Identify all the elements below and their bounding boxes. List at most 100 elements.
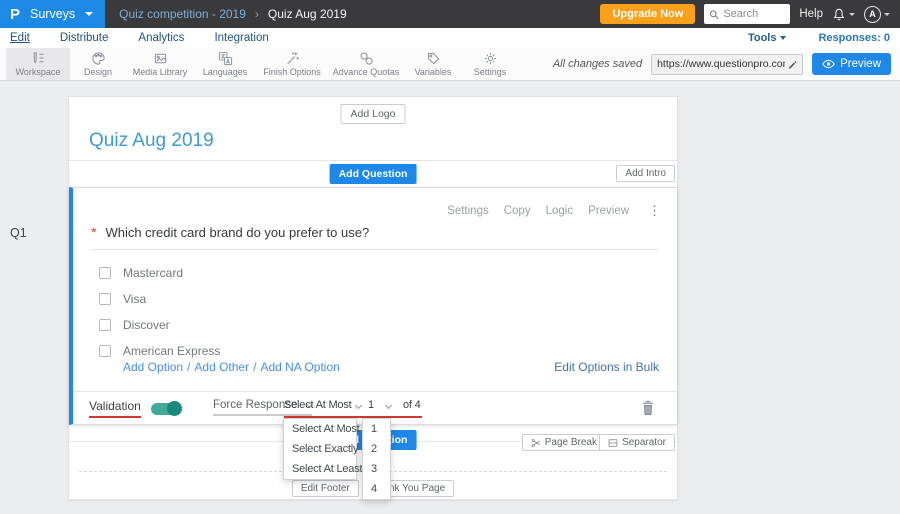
tools-menu[interactable]: Tools xyxy=(748,32,787,44)
editor-content: Q1 Add Logo Quiz Aug 2019 Add Question A… xyxy=(0,81,900,514)
chevron-down-icon xyxy=(849,12,855,16)
chevron-down-icon xyxy=(884,12,890,16)
tool-languages[interactable]: Languages xyxy=(194,48,256,80)
add-other-link[interactable]: Add Other xyxy=(194,360,249,374)
tool-label: Settings xyxy=(473,67,507,77)
question-settings-link[interactable]: Settings xyxy=(447,205,489,217)
tool-advance-quotas[interactable]: Advance Quotas xyxy=(328,48,404,80)
toolbar-right: All changes saved Preview xyxy=(553,48,900,80)
settings-icon xyxy=(484,52,496,65)
separator-icon xyxy=(608,438,618,447)
question-text[interactable]: Which credit card brand do you prefer to… xyxy=(105,225,369,240)
count-option-3[interactable]: 3 xyxy=(363,459,390,479)
question-logic-link[interactable]: Logic xyxy=(546,205,574,217)
separator-label: Separator xyxy=(622,437,666,448)
count-option-4[interactable]: 4 xyxy=(363,479,390,499)
validation-toggle[interactable] xyxy=(151,401,182,416)
scissors-icon xyxy=(531,438,540,447)
edit-options-in-bulk-link[interactable]: Edit Options in Bulk xyxy=(554,360,659,374)
product-label: Surveys xyxy=(30,7,76,21)
tool-finish-options[interactable]: Finish Options xyxy=(256,48,328,80)
autosave-status: All changes saved xyxy=(552,58,643,70)
option-label[interactable]: Mastercard xyxy=(123,266,183,280)
option-checkbox[interactable] xyxy=(99,345,111,357)
option-label[interactable]: Discover xyxy=(123,318,170,332)
tools-label: Tools xyxy=(747,32,777,44)
notifications-menu[interactable] xyxy=(832,7,855,22)
option-row: Mastercard xyxy=(99,260,220,286)
required-marker: * xyxy=(91,224,97,240)
question-copy-link[interactable]: Copy xyxy=(504,205,531,217)
survey-header: Add Logo Quiz Aug 2019 xyxy=(69,97,677,161)
builder-toolbar: Workspace Design Media Library Languages… xyxy=(0,48,900,81)
option-checkbox[interactable] xyxy=(99,319,111,331)
kebab-menu-icon[interactable]: ⋮ xyxy=(648,203,661,219)
add-question-button[interactable]: Add Question xyxy=(329,164,417,184)
nav-tab-analytics[interactable]: Analytics xyxy=(138,32,184,44)
nav-tab-distribute[interactable]: Distribute xyxy=(60,32,109,44)
tool-design[interactable]: Design xyxy=(70,48,126,80)
app-window: P Surveys Quiz competition - 2019 › Quiz… xyxy=(0,0,900,514)
count-dropdown[interactable]: 1 xyxy=(368,399,374,411)
option-checkbox[interactable] xyxy=(99,267,111,279)
chevron-down-icon[interactable] xyxy=(384,401,393,410)
upgrade-now-button[interactable]: Upgrade Now xyxy=(600,4,696,24)
link-separator: / xyxy=(253,360,257,374)
tool-label: Workspace xyxy=(15,67,61,77)
chevron-down-icon xyxy=(780,36,787,40)
rule-option-select-at-least[interactable]: Select At Least xyxy=(284,459,363,479)
tool-variables[interactable]: Variables xyxy=(404,48,462,80)
nav-tab-integration[interactable]: Integration xyxy=(214,32,268,44)
page-break-button[interactable]: Page Break xyxy=(521,434,606,451)
account-menu[interactable]: A xyxy=(864,5,890,23)
add-question-strip: Add Question Add Intro xyxy=(69,161,677,187)
add-intro-button[interactable]: Add Intro xyxy=(616,165,675,182)
add-logo-button[interactable]: Add Logo xyxy=(340,104,406,124)
tool-workspace[interactable]: Workspace xyxy=(6,48,70,80)
add-option-link[interactable]: Add Option xyxy=(123,360,183,374)
search-input[interactable] xyxy=(723,8,786,20)
option-label[interactable]: American Express xyxy=(123,344,220,358)
survey-nav: Edit Distribute Analytics Integration To… xyxy=(0,28,900,48)
responses-count-link[interactable]: Responses: 0 xyxy=(818,32,890,44)
help-link[interactable]: Help xyxy=(799,8,823,20)
tool-label: Media Library xyxy=(132,67,188,77)
edit-footer-button[interactable]: Edit Footer xyxy=(291,480,359,497)
product-switcher[interactable]: P Surveys xyxy=(0,0,106,28)
of-total-label: of 4 xyxy=(403,399,421,411)
media-library-icon xyxy=(154,53,166,64)
bell-icon xyxy=(833,8,845,20)
toggle-knob xyxy=(167,401,182,416)
languages-icon xyxy=(218,51,232,66)
tool-settings[interactable]: Settings xyxy=(462,48,518,80)
tool-label: Design xyxy=(83,67,112,77)
add-na-option-link[interactable]: Add NA Option xyxy=(260,360,339,374)
question-actions: Settings Copy Logic Preview ⋮ xyxy=(447,203,661,219)
question-number-label: Q1 xyxy=(10,226,27,240)
survey-title[interactable]: Quiz Aug 2019 xyxy=(89,130,214,152)
workspace-icon xyxy=(33,52,44,64)
rule-dropdown[interactable]: Select At Most xyxy=(284,399,352,411)
option-label[interactable]: Visa xyxy=(123,292,146,306)
delete-question-trash-icon[interactable] xyxy=(641,400,655,416)
tool-media-library[interactable]: Media Library xyxy=(126,48,194,80)
count-option-2[interactable]: 2 xyxy=(363,439,390,459)
rule-option-select-exactly[interactable]: Select Exactly xyxy=(284,439,358,459)
nav-tab-edit[interactable]: Edit xyxy=(10,32,30,44)
question-card: Settings Copy Logic Preview ⋮ * Which cr… xyxy=(69,187,677,425)
rule-dropdown-menu: Select At Most Select Exactly Select At … xyxy=(283,418,363,480)
option-checkbox[interactable] xyxy=(99,293,111,305)
tool-label: Languages xyxy=(202,67,248,77)
chevron-down-icon[interactable] xyxy=(354,401,363,410)
page-break-label: Page Break xyxy=(544,437,597,448)
edit-url-pencil-icon[interactable] xyxy=(788,59,797,70)
rule-option-select-at-most[interactable]: Select At Most xyxy=(284,419,360,439)
count-option-1[interactable]: 1 xyxy=(363,419,390,439)
option-links-row: Add Option / Add Other / Add NA Option E… xyxy=(123,360,659,374)
breadcrumb-parent[interactable]: Quiz competition - 2019 xyxy=(119,7,246,21)
question-preview-link[interactable]: Preview xyxy=(588,205,629,217)
survey-url-input[interactable] xyxy=(657,58,786,70)
preview-button[interactable]: Preview xyxy=(812,53,891,75)
question-text-row: * Which credit card brand do you prefer … xyxy=(91,225,659,250)
separator-button[interactable]: Separator xyxy=(599,434,675,451)
